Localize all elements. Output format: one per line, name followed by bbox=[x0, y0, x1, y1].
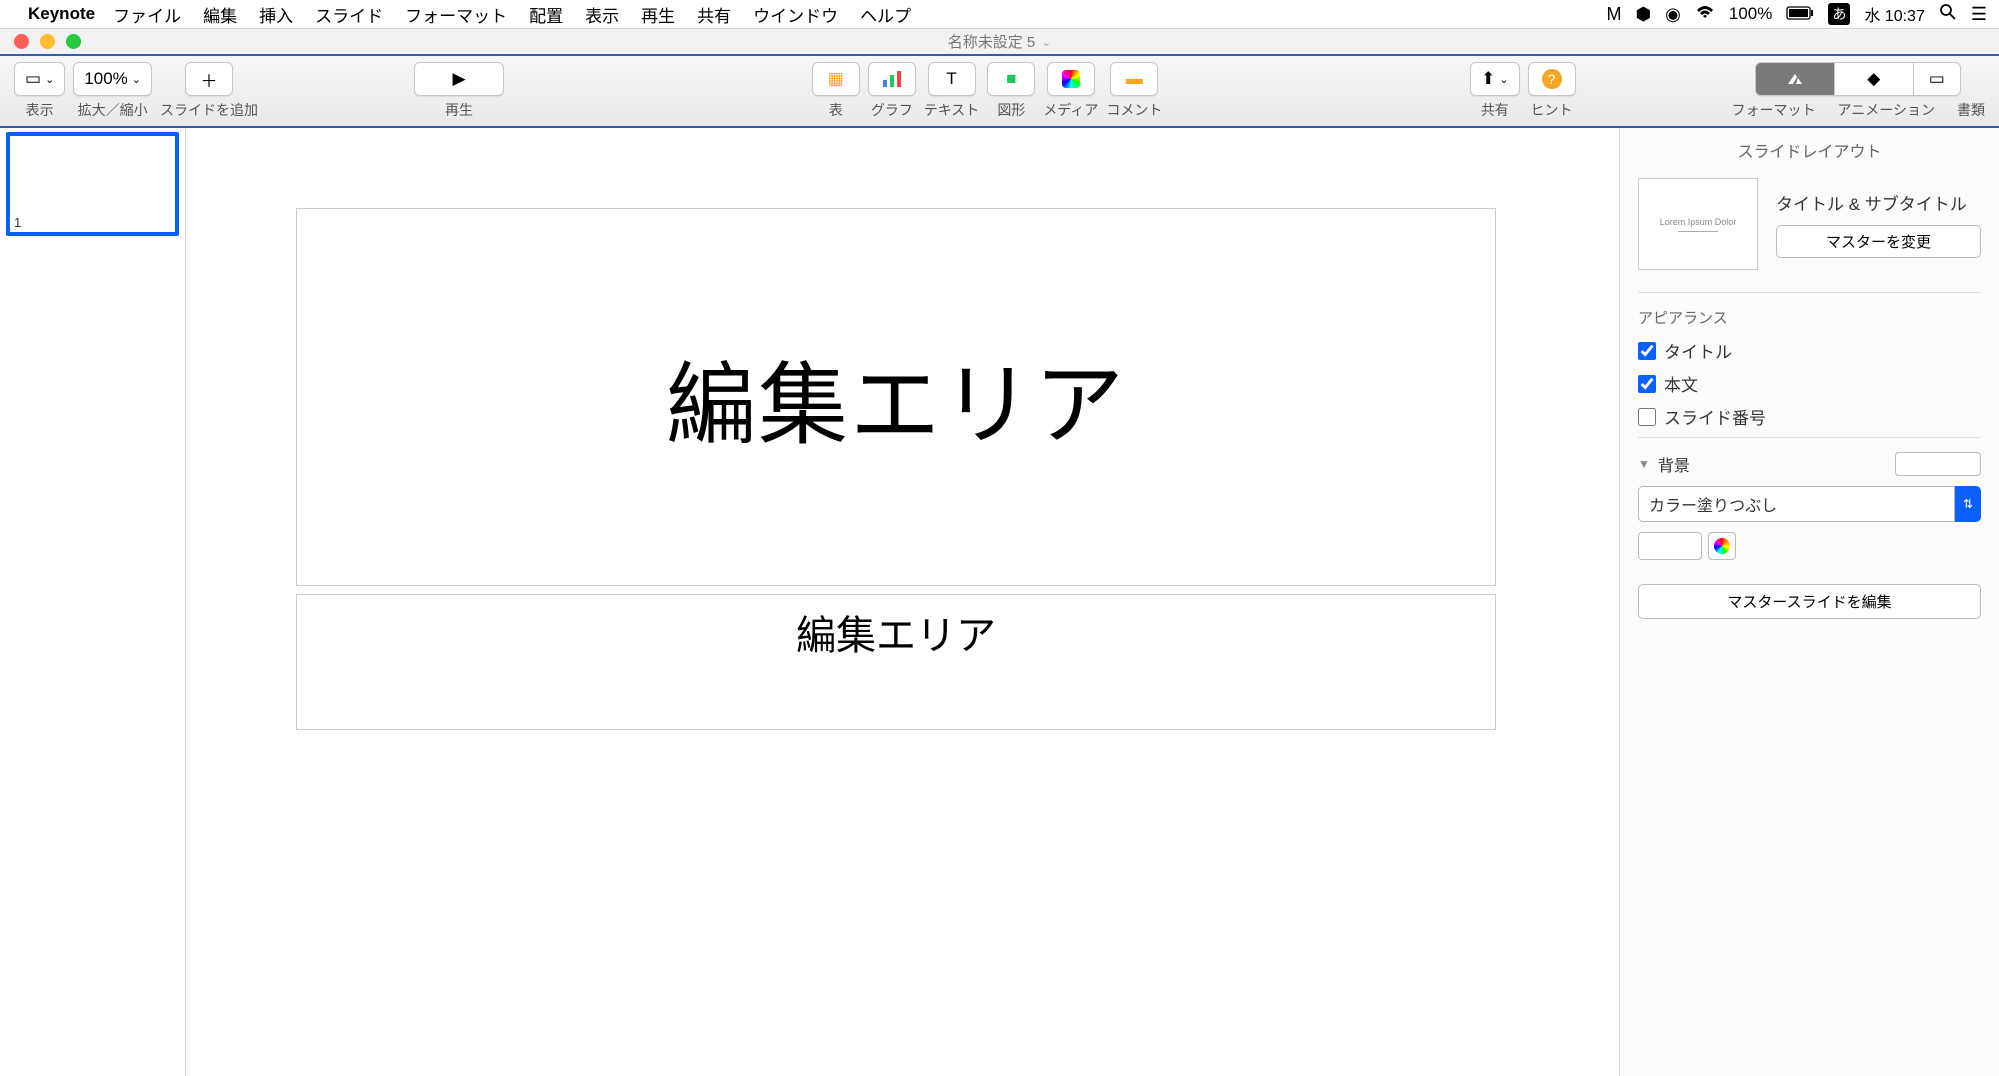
text-button[interactable]: T bbox=[928, 62, 976, 96]
menu-view[interactable]: 表示 bbox=[585, 2, 619, 27]
document-title[interactable]: 名称未設定 5 bbox=[948, 31, 1036, 52]
media-button[interactable] bbox=[1047, 62, 1095, 96]
format-inspector: スライドレイアウト Lorem Ipsum Dolor タイトル & サブタイト… bbox=[1619, 128, 1999, 1076]
document-tab[interactable]: ▭ bbox=[1913, 62, 1961, 96]
fill-type-select[interactable]: カラー塗りつぶし ⇅ bbox=[1638, 486, 1981, 522]
title-checkbox-row[interactable]: タイトル bbox=[1638, 338, 1981, 363]
format-tab[interactable] bbox=[1755, 62, 1835, 96]
format-label: フォーマット bbox=[1732, 100, 1816, 120]
safari-icon[interactable]: ◉ bbox=[1665, 4, 1681, 25]
play-button[interactable]: ▶ bbox=[414, 62, 504, 96]
title-text: 編集エリア bbox=[666, 332, 1126, 462]
menu-edit[interactable]: 編集 bbox=[203, 2, 237, 27]
slidenum-checkbox-row[interactable]: スライド番号 bbox=[1638, 404, 1981, 429]
add-slide-button[interactable]: ＋ bbox=[185, 62, 233, 96]
text-label: テキスト bbox=[924, 100, 980, 120]
comment-label: コメント bbox=[1106, 100, 1162, 120]
zoom-button[interactable]: 100%⌄ bbox=[73, 62, 152, 96]
media-label: メディア bbox=[1043, 100, 1098, 120]
menu-insert[interactable]: 挿入 bbox=[259, 2, 293, 27]
battery-percent: 100% bbox=[1729, 4, 1772, 24]
layout-name: タイトル & サブタイトル bbox=[1776, 190, 1981, 215]
menu-window[interactable]: ウインドウ bbox=[753, 2, 838, 27]
share-label: 共有 bbox=[1481, 100, 1509, 120]
subtitle-text: 編集エリア bbox=[796, 603, 996, 661]
play-label: 再生 bbox=[445, 100, 473, 120]
select-arrows-icon: ⇅ bbox=[1955, 486, 1981, 522]
slide-navigator[interactable]: 1 bbox=[0, 128, 186, 1076]
body-checkbox[interactable] bbox=[1638, 375, 1656, 393]
document-label: 書類 bbox=[1957, 100, 1985, 120]
gmail-icon[interactable]: M bbox=[1606, 4, 1621, 25]
chart-label: グラフ bbox=[871, 100, 913, 120]
menu-play[interactable]: 再生 bbox=[641, 2, 675, 27]
color-wheel-icon bbox=[1714, 538, 1730, 554]
add-slide-label: スライドを追加 bbox=[160, 100, 258, 120]
chevron-down-icon[interactable]: ⌄ bbox=[1041, 35, 1051, 49]
table-button[interactable]: ▦ bbox=[812, 62, 860, 96]
app-name[interactable]: Keynote bbox=[28, 4, 95, 24]
animation-tab[interactable]: ◆ bbox=[1834, 62, 1914, 96]
hint-label: ヒント bbox=[1531, 100, 1573, 120]
slidenum-checkbox[interactable] bbox=[1638, 408, 1656, 426]
control-center-icon[interactable]: ☰ bbox=[1971, 4, 1987, 25]
battery-icon[interactable] bbox=[1786, 4, 1814, 25]
zoom-label: 拡大／縮小 bbox=[78, 100, 148, 120]
close-window-button[interactable] bbox=[14, 34, 29, 49]
body-checkbox-row[interactable]: 本文 bbox=[1638, 371, 1981, 396]
status-icon[interactable]: ⬢ bbox=[1635, 4, 1651, 25]
workspace: 1 編集エリア 編集エリア スライドレイアウト Lorem Ipsum Dolo… bbox=[0, 128, 1999, 1076]
traffic-lights bbox=[14, 34, 81, 49]
menu-arrange[interactable]: 配置 bbox=[529, 2, 563, 27]
mac-menubar: Keynote ファイル 編集 挿入 スライド フォーマット 配置 表示 再生 … bbox=[0, 0, 1999, 29]
table-label: 表 bbox=[829, 100, 843, 120]
comment-button[interactable]: ▬ bbox=[1110, 62, 1158, 96]
shape-label: 図形 bbox=[997, 100, 1025, 120]
appearance-heading: アピアランス bbox=[1638, 307, 1981, 328]
title-checkbox[interactable] bbox=[1638, 342, 1656, 360]
animation-label: アニメーション bbox=[1838, 100, 1935, 120]
edit-master-slide-button[interactable]: マスタースライドを編集 bbox=[1638, 584, 1981, 619]
change-master-button[interactable]: マスターを変更 bbox=[1776, 225, 1981, 258]
menu-share[interactable]: 共有 bbox=[697, 2, 731, 27]
background-heading: 背景 bbox=[1658, 452, 1887, 476]
slide-canvas[interactable]: 編集エリア 編集エリア bbox=[186, 128, 1619, 1076]
menu-help[interactable]: ヘルプ bbox=[860, 2, 911, 27]
view-label: 表示 bbox=[26, 100, 54, 120]
window-titlebar: 名称未設定 5 ⌄ bbox=[0, 29, 1999, 54]
disclosure-triangle-icon[interactable]: ▼ bbox=[1638, 457, 1650, 471]
menu-file[interactable]: ファイル bbox=[113, 2, 181, 27]
layout-thumbnail: Lorem Ipsum Dolor bbox=[1638, 178, 1758, 270]
wifi-icon[interactable] bbox=[1695, 4, 1715, 25]
shape-button[interactable]: ■ bbox=[987, 62, 1035, 96]
color-swatch[interactable] bbox=[1638, 532, 1702, 560]
chart-button[interactable] bbox=[868, 62, 916, 96]
spotlight-icon[interactable] bbox=[1939, 3, 1957, 26]
ime-icon[interactable]: あ bbox=[1828, 3, 1850, 25]
menu-slide[interactable]: スライド bbox=[315, 2, 383, 27]
slide-thumbnail-1[interactable]: 1 bbox=[6, 132, 179, 236]
view-button[interactable]: ▭ ⌄ bbox=[14, 62, 65, 96]
inspector-header: スライドレイアウト bbox=[1638, 138, 1981, 162]
subtitle-placeholder[interactable]: 編集エリア bbox=[296, 594, 1496, 730]
menu-format[interactable]: フォーマット bbox=[405, 2, 507, 27]
clock[interactable]: 水 10:37 bbox=[1864, 2, 1925, 26]
fullscreen-window-button[interactable] bbox=[66, 34, 81, 49]
minimize-window-button[interactable] bbox=[40, 34, 55, 49]
color-picker-button[interactable] bbox=[1708, 532, 1736, 560]
slide-number: 1 bbox=[14, 215, 21, 230]
background-color-well[interactable] bbox=[1895, 452, 1981, 476]
hint-button[interactable]: ? bbox=[1528, 62, 1576, 96]
toolbar: ▭ ⌄ 表示 100%⌄ 拡大／縮小 ＋ スライドを追加 ▶ 再生 ▦ 表 グラ… bbox=[0, 54, 1999, 128]
title-placeholder[interactable]: 編集エリア bbox=[296, 208, 1496, 586]
slide: 編集エリア 編集エリア bbox=[296, 208, 1496, 888]
share-button[interactable]: ⬆ ⌄ bbox=[1470, 62, 1519, 96]
